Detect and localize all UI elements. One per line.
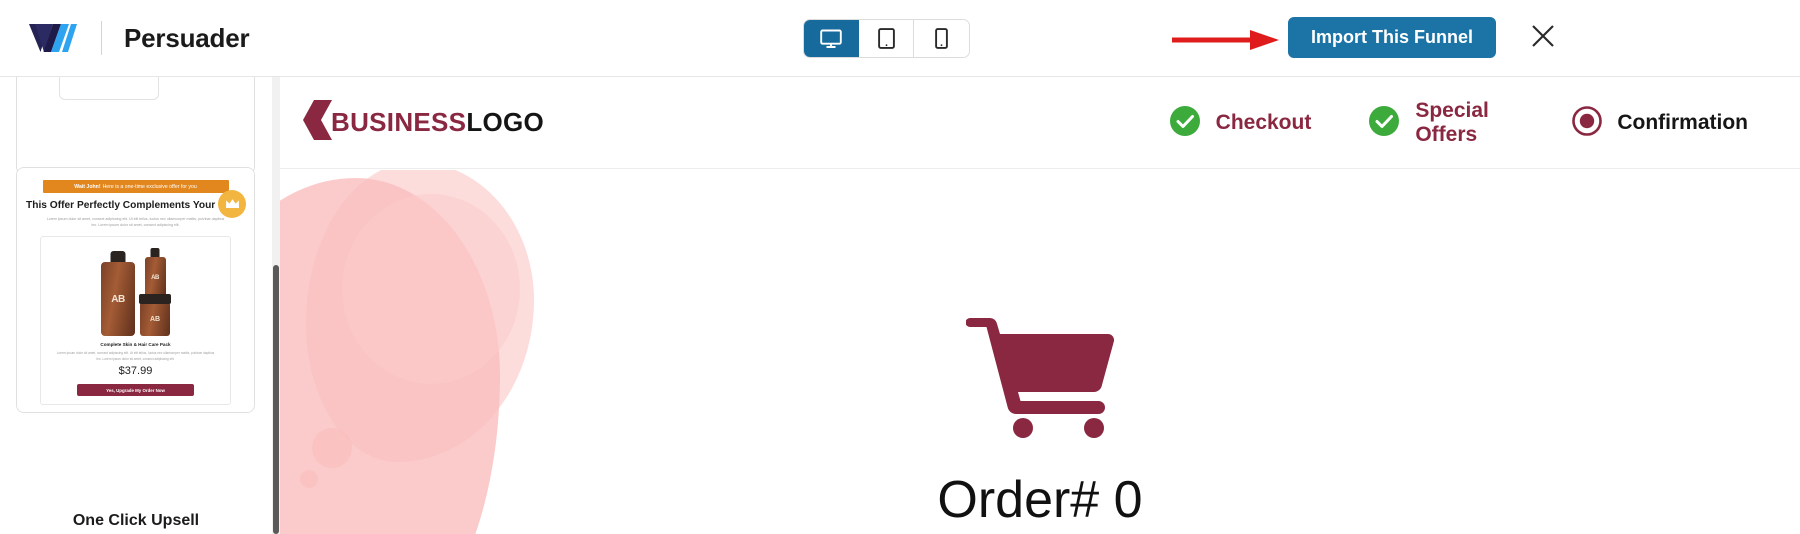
app-title: Persuader xyxy=(124,22,250,53)
device-button-desktop[interactable] xyxy=(804,20,859,57)
thumb-banner-bold: Wait John! xyxy=(74,183,101,190)
product-bottle-small: AB xyxy=(144,257,166,300)
preview-site-header: BUSINESSLOGO Checkout Special Offers Con… xyxy=(280,77,1800,169)
page-label-one-click-upsell: One Click Upsell xyxy=(72,512,200,529)
step-label-confirmation: Confirmation xyxy=(1617,110,1748,134)
thumb-upgrade-button[interactable]: Yes, Upgrade My Order Now xyxy=(77,384,194,397)
crown-badge-icon xyxy=(218,190,246,218)
brand-divider xyxy=(101,21,102,55)
desktop-monitor-icon xyxy=(820,29,842,49)
step-checkout[interactable]: Checkout xyxy=(1168,104,1312,143)
red-pointer-arrow-icon xyxy=(1172,27,1280,58)
close-button[interactable] xyxy=(1525,20,1561,56)
shopping-cart-icon xyxy=(965,310,1115,443)
mobile-phone-icon xyxy=(935,28,948,49)
step-special-offers[interactable]: Special Offers xyxy=(1367,99,1515,147)
chevron-hex-mark-icon xyxy=(301,98,335,147)
device-preview-switcher[interactable] xyxy=(803,19,970,58)
business-logo-part2: LOGO xyxy=(466,107,545,137)
bottle-label: AB xyxy=(151,275,159,282)
decorative-blob xyxy=(300,470,318,488)
product-bottle-large: AB xyxy=(101,262,135,337)
maroon-radio-dot-icon xyxy=(1571,105,1603,142)
brand: Persuader xyxy=(27,21,250,55)
thumb-offer-banner: Wait John! Here is a one-time exclusive o… xyxy=(42,180,229,193)
device-button-tablet[interactable] xyxy=(859,20,914,57)
business-logo-text: BUSINESSLOGO xyxy=(331,107,544,138)
decorative-blob xyxy=(312,428,352,468)
thumb-form-box: Add, Guide xyxy=(59,77,159,100)
thumb-product-desc: Lorem ipsum dolor sit amet, consect adip… xyxy=(56,351,215,361)
thumb-subtext: Lorem ipsum dolor sit amet, consect adip… xyxy=(46,217,225,228)
thumb-x-mark: x xyxy=(67,77,73,80)
green-check-circle-icon xyxy=(1168,104,1202,143)
thumb-banner-rest: Here is a one-time exclusive offer for y… xyxy=(102,183,197,190)
funnel-preview-window: Persuader Import This Funnel Wait John! … xyxy=(0,0,1800,534)
preview-scrollbar-track[interactable] xyxy=(272,77,280,534)
preview-scrollbar-thumb[interactable] xyxy=(273,265,279,534)
thumb-product-image: AB AB AB xyxy=(49,244,222,337)
thumb-product-price: $37.99 xyxy=(118,365,153,378)
bottle-label: AB xyxy=(111,293,125,305)
product-jar: AB xyxy=(139,294,171,337)
import-this-funnel-button[interactable]: Import This Funnel xyxy=(1288,17,1496,58)
preview-canvas: Order# 0 xyxy=(280,170,1800,534)
top-toolbar: Persuader Import This Funnel xyxy=(0,0,1800,77)
thumb-product-card: AB AB AB Complete Skin & Hair Care Pack xyxy=(40,236,231,406)
step-label-checkout: Checkout xyxy=(1215,110,1312,134)
page-thumbnail-checkout[interactable]: Add, Guide x Payment Information Will be… xyxy=(16,77,255,175)
funnel-pages-sidebar[interactable]: Add, Guide x Payment Information Will be… xyxy=(0,77,272,534)
step-label-special-offers: Special Offers xyxy=(1415,98,1489,146)
page-preview-pane: BUSINESSLOGO Checkout Special Offers Con… xyxy=(272,77,1800,534)
decorative-blob xyxy=(342,194,520,384)
thumb-headline: This Offer Perfectly Complements Your Pu… xyxy=(26,200,245,211)
checkout-step-indicator: Checkout Special Offers Confirmation xyxy=(1168,77,1748,169)
step-confirmation[interactable]: Confirmation xyxy=(1571,105,1748,142)
order-number-title: Order# 0 xyxy=(937,471,1143,529)
business-logo: BUSINESSLOGO xyxy=(301,98,544,147)
device-button-mobile[interactable] xyxy=(914,20,969,57)
green-check-circle-icon xyxy=(1367,104,1401,143)
jar-label: AB xyxy=(149,315,161,323)
vendor-v-logo-icon xyxy=(27,21,79,55)
close-x-icon xyxy=(1528,21,1558,56)
thumb-product-name: Complete Skin & Hair Care Pack xyxy=(100,342,171,348)
business-logo-part1: BUSINESS xyxy=(331,107,467,137)
page-thumbnail-one-click-upsell[interactable]: Wait John! Here is a one-time exclusive o… xyxy=(16,167,255,413)
tablet-icon xyxy=(877,28,895,49)
